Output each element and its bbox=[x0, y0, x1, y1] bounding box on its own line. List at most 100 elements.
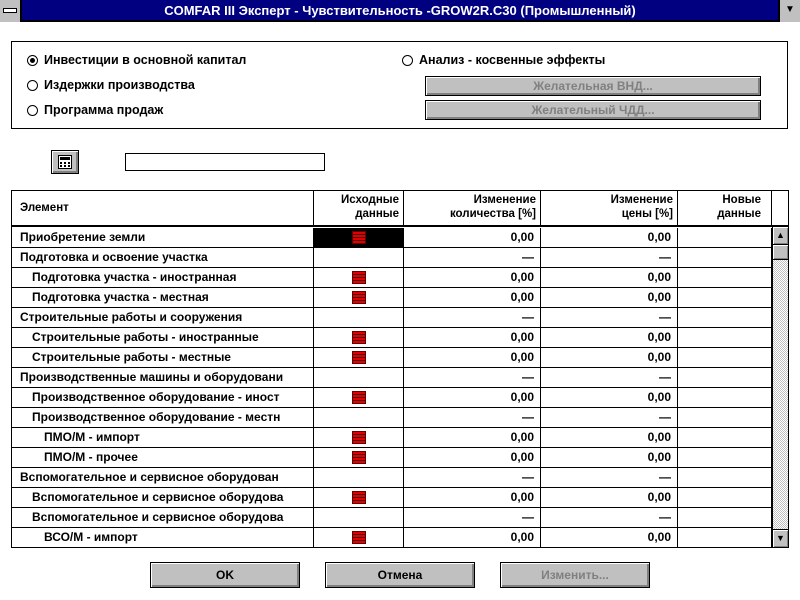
row-price-change[interactable]: 0,00 bbox=[541, 288, 678, 307]
row-quantity-change[interactable]: — bbox=[404, 508, 541, 527]
row-source-data[interactable] bbox=[314, 328, 404, 347]
source-data-icon[interactable] bbox=[352, 451, 366, 464]
row-source-data[interactable] bbox=[314, 308, 404, 327]
table-row[interactable]: Вспомогательное и сервисное оборудова 0,0… bbox=[12, 488, 772, 508]
row-price-change[interactable]: 0,00 bbox=[541, 528, 678, 547]
row-source-data[interactable] bbox=[314, 508, 404, 527]
row-source-data[interactable] bbox=[314, 468, 404, 487]
source-data-icon[interactable] bbox=[352, 491, 366, 504]
row-element-name: Подготовка и освоение участка bbox=[12, 248, 314, 267]
row-price-change[interactable]: — bbox=[541, 248, 678, 267]
row-new-data bbox=[678, 348, 772, 367]
row-price-change[interactable]: 0,00 bbox=[541, 488, 678, 507]
row-price-change[interactable]: 0,00 bbox=[541, 348, 678, 367]
table-row[interactable]: ВСО/М - импорт 0,00 0,00 bbox=[12, 528, 772, 547]
row-quantity-change[interactable]: 0,00 bbox=[404, 488, 541, 507]
row-quantity-change[interactable]: 0,00 bbox=[404, 448, 541, 467]
table-row[interactable]: Подготовка участка - иностранная 0,00 0,00 bbox=[12, 268, 772, 288]
change-button[interactable]: Изменить... bbox=[500, 562, 650, 588]
row-quantity-change[interactable]: 0,00 bbox=[404, 288, 541, 307]
source-data-icon[interactable] bbox=[352, 291, 366, 304]
row-price-change[interactable]: 0,00 bbox=[541, 428, 678, 447]
row-source-data[interactable] bbox=[314, 408, 404, 427]
scroll-up-icon[interactable]: ▲ bbox=[773, 227, 788, 245]
table-row[interactable]: Производственные машины и оборудовани — — bbox=[12, 368, 772, 388]
radio-sales-program[interactable]: Программа продаж bbox=[27, 103, 163, 117]
row-price-change[interactable]: 0,00 bbox=[541, 268, 678, 287]
row-element-name: Строительные работы и сооружения bbox=[12, 308, 314, 327]
table-row[interactable]: Производственное оборудование - местн — — bbox=[12, 408, 772, 428]
row-source-data[interactable] bbox=[314, 488, 404, 507]
radio-dot-icon bbox=[27, 54, 38, 66]
table-row[interactable]: Строительные работы и сооружения — — bbox=[12, 308, 772, 328]
row-quantity-change[interactable]: 0,00 bbox=[404, 388, 541, 407]
desired-npv-button[interactable]: Желательный ЧДД... bbox=[425, 100, 761, 120]
source-data-icon[interactable] bbox=[352, 271, 366, 284]
row-source-data[interactable] bbox=[314, 348, 404, 367]
row-quantity-change[interactable]: — bbox=[404, 408, 541, 427]
row-new-data bbox=[678, 468, 772, 487]
row-new-data bbox=[678, 428, 772, 447]
row-source-data[interactable] bbox=[314, 248, 404, 267]
scroll-down-icon[interactable]: ▼ bbox=[773, 529, 788, 547]
table-row[interactable]: ПМО/М - импорт 0,00 0,00 bbox=[12, 428, 772, 448]
row-quantity-change[interactable]: — bbox=[404, 368, 541, 387]
row-quantity-change[interactable]: 0,00 bbox=[404, 268, 541, 287]
row-quantity-change[interactable]: — bbox=[404, 468, 541, 487]
radio-indirect-effects[interactable]: Анализ - косвенные эффекты bbox=[402, 53, 605, 67]
row-source-data[interactable] bbox=[314, 528, 404, 547]
table-row[interactable]: Подготовка участка - местная 0,00 0,00 bbox=[12, 288, 772, 308]
row-quantity-change[interactable]: 0,00 bbox=[404, 328, 541, 347]
table-row[interactable]: Вспомогательное и сервисное оборудова — — bbox=[12, 508, 772, 528]
minimize-arrow-icon[interactable]: ▼ bbox=[778, 0, 800, 22]
row-source-data[interactable] bbox=[314, 268, 404, 287]
row-element-name: ПМО/М - импорт bbox=[12, 428, 314, 447]
row-element-name: Приобретение земли bbox=[12, 228, 314, 247]
radio-fixed-investment[interactable]: Инвестиции в основной капитал bbox=[27, 53, 246, 67]
row-quantity-change[interactable]: 0,00 bbox=[404, 228, 541, 247]
row-price-change[interactable]: — bbox=[541, 408, 678, 427]
table-row[interactable]: Вспомогательное и сервисное оборудован — — bbox=[12, 468, 772, 488]
row-source-data[interactable] bbox=[314, 228, 404, 247]
row-price-change[interactable]: 0,00 bbox=[541, 328, 678, 347]
row-source-data[interactable] bbox=[314, 288, 404, 307]
row-source-data[interactable] bbox=[314, 448, 404, 467]
row-price-change[interactable]: — bbox=[541, 308, 678, 327]
row-price-change[interactable]: 0,00 bbox=[541, 388, 678, 407]
scroll-track[interactable] bbox=[773, 260, 788, 529]
calculator-button[interactable] bbox=[51, 150, 79, 174]
vertical-scrollbar[interactable]: ▲ ▼ bbox=[772, 227, 788, 547]
table-row[interactable]: ПМО/М - прочее 0,00 0,00 bbox=[12, 448, 772, 468]
row-quantity-change[interactable]: — bbox=[404, 308, 541, 327]
cancel-button[interactable]: Отмена bbox=[325, 562, 475, 588]
source-data-icon[interactable] bbox=[352, 531, 366, 544]
row-price-change[interactable]: — bbox=[541, 468, 678, 487]
row-source-data[interactable] bbox=[314, 428, 404, 447]
row-price-change[interactable]: 0,00 bbox=[541, 228, 678, 247]
source-data-icon[interactable] bbox=[352, 391, 366, 404]
table-row[interactable]: Производственное оборудование - иност 0,0… bbox=[12, 388, 772, 408]
value-input[interactable] bbox=[125, 153, 325, 171]
table-row[interactable]: Приобретение земли 0,00 0,00 bbox=[12, 228, 772, 248]
row-quantity-change[interactable]: 0,00 bbox=[404, 348, 541, 367]
source-data-icon[interactable] bbox=[352, 351, 366, 364]
row-price-change[interactable]: — bbox=[541, 508, 678, 527]
radio-production-costs[interactable]: Издержки производства bbox=[27, 78, 195, 92]
desired-irr-button[interactable]: Желательная ВНД... bbox=[425, 76, 761, 96]
scroll-thumb[interactable] bbox=[773, 245, 788, 260]
system-menu-icon[interactable] bbox=[0, 0, 22, 22]
source-data-icon[interactable] bbox=[352, 331, 366, 344]
row-quantity-change[interactable]: 0,00 bbox=[404, 528, 541, 547]
source-data-icon[interactable] bbox=[352, 431, 366, 444]
ok-button[interactable]: OK bbox=[150, 562, 300, 588]
row-price-change[interactable]: — bbox=[541, 368, 678, 387]
table-row[interactable]: Строительные работы - иностранные 0,00 0,0… bbox=[12, 328, 772, 348]
row-quantity-change[interactable]: — bbox=[404, 248, 541, 267]
row-quantity-change[interactable]: 0,00 bbox=[404, 428, 541, 447]
row-source-data[interactable] bbox=[314, 388, 404, 407]
row-source-data[interactable] bbox=[314, 368, 404, 387]
table-row[interactable]: Строительные работы - местные 0,00 0,00 bbox=[12, 348, 772, 368]
source-data-icon[interactable] bbox=[352, 231, 366, 244]
table-row[interactable]: Подготовка и освоение участка — — bbox=[12, 248, 772, 268]
row-price-change[interactable]: 0,00 bbox=[541, 448, 678, 467]
